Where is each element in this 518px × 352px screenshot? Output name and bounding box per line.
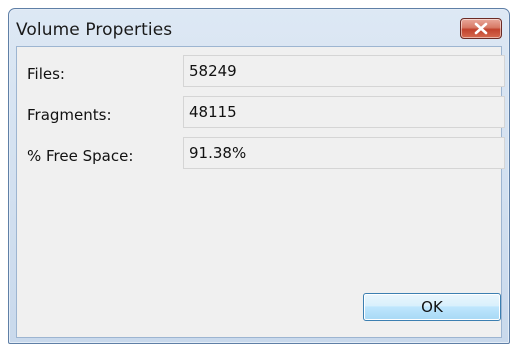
free-space-label: % Free Space: bbox=[27, 147, 134, 165]
fragments-value-field[interactable]: 48115 bbox=[183, 96, 505, 128]
ok-button[interactable]: OK bbox=[363, 293, 501, 321]
files-value-field[interactable]: 58249 bbox=[183, 55, 505, 87]
files-label: Files: bbox=[27, 65, 65, 83]
fragments-label: Fragments: bbox=[27, 106, 112, 124]
window-title: Volume Properties bbox=[16, 20, 173, 40]
volume-properties-dialog: Volume Properties Files: 58249 Fragments… bbox=[8, 8, 510, 344]
fragments-row: Fragments: 48115 bbox=[17, 96, 505, 128]
title-bar[interactable]: Volume Properties bbox=[9, 9, 509, 45]
dialog-client-area: Files: 58249 Fragments: 48115 % Free Spa… bbox=[16, 46, 505, 338]
free-space-value-field[interactable]: 91.38% bbox=[183, 137, 505, 169]
free-space-row: % Free Space: 91.38% bbox=[17, 137, 505, 169]
close-button[interactable] bbox=[460, 18, 502, 39]
files-row: Files: 58249 bbox=[17, 55, 505, 87]
close-icon bbox=[474, 22, 488, 35]
